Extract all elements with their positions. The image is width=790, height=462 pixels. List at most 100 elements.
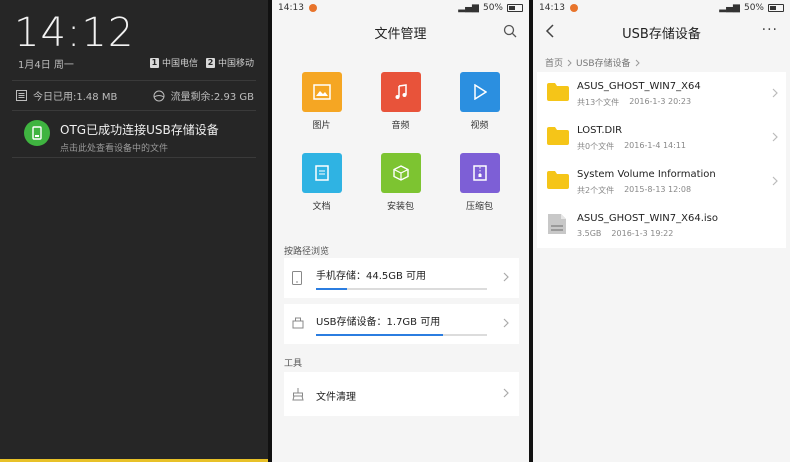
page-title: 文件管理: [374, 26, 427, 42]
browse-heading: 按路径浏览: [284, 247, 330, 257]
file-name: ASUS_GHOST_WIN7_X64: [577, 81, 701, 92]
data-left-text: 流量剩余:2.93 GB: [170, 92, 254, 103]
file-count: 共0个文件: [577, 142, 615, 151]
music-icon: [380, 72, 421, 112]
file-date: 2016-1-4 14:11: [624, 141, 687, 150]
category-label: 文档: [312, 202, 331, 212]
status-icons: ▂▄▆ 50%: [458, 3, 523, 13]
tool-label: 文件清理: [316, 392, 356, 403]
phone-icon: [292, 271, 302, 285]
category-archives[interactable]: 压缩包: [440, 153, 519, 212]
category-label: 图片: [312, 121, 331, 131]
play-icon: [459, 72, 500, 112]
category-images[interactable]: 图片: [282, 72, 361, 131]
otg-notification[interactable]: OTG已成功连接USB存储设备 点击此处查看设备中的文件: [24, 120, 258, 154]
carrier-1-name: 中国电信: [161, 59, 198, 69]
chevron-right-icon: [635, 59, 640, 66]
divider: [12, 157, 256, 158]
phone-storage-item[interactable]: 手机存储：44.5GB 可用: [284, 258, 519, 298]
battery-level: 50%: [743, 3, 764, 13]
chevron-right-icon: [772, 132, 778, 142]
chevron-right-icon: [503, 318, 509, 328]
status-time: 14:13: [539, 3, 565, 13]
storage-label: 手机存储：44.5GB 可用: [316, 271, 427, 282]
file-date: 2016-1-3 20:23: [629, 97, 692, 106]
status-icons: ▂▄▆ 50%: [719, 3, 784, 13]
data-used: 今日已用:1.48 MB: [16, 88, 117, 103]
package-icon: [380, 153, 421, 193]
app-notification-icon: [308, 4, 317, 12]
file-meta: 共0个文件 2016-1-4 14:11: [577, 141, 686, 152]
divider: [12, 80, 256, 81]
storage-bar: [316, 288, 487, 290]
data-usage[interactable]: 今日已用:1.48 MB 流量剩余:2.93 GB: [16, 88, 254, 103]
disc-image-file-icon: [548, 214, 566, 234]
usage-list-icon: [16, 90, 27, 101]
broom-icon: [292, 388, 304, 401]
list-item[interactable]: ASUS_GHOST_WIN7_X64 共13个文件 2016-1-3 20:23: [537, 72, 786, 116]
app-notification-icon: [569, 4, 578, 12]
file-name: System Volume Information: [577, 169, 716, 180]
file-count: 共2个文件: [577, 186, 615, 195]
list-item[interactable]: LOST.DIR 共0个文件 2016-1-4 14:11: [537, 116, 786, 160]
document-icon: [301, 153, 342, 193]
image-icon: [301, 72, 342, 112]
tools-heading: 工具: [284, 359, 303, 369]
file-meta: 3.5GB 2016-1-3 19:22: [577, 229, 673, 238]
date: 1月4日 周一: [18, 60, 74, 71]
archive-icon: [459, 153, 500, 193]
category-documents[interactable]: 文档: [282, 153, 361, 212]
notification-text: OTG已成功连接USB存储设备 点击此处查看设备中的文件: [60, 120, 219, 154]
chevron-right-icon: [772, 176, 778, 186]
sim-2-badge: 2: [205, 57, 215, 68]
divider: [12, 110, 256, 111]
notification-shade: 14:12 1月4日 周一 1 中国电信 2 中国移动 今日已用:1.48 MB…: [0, 0, 268, 462]
list-item[interactable]: ASUS_GHOST_WIN7_X64.iso 3.5GB 2016-1-3 19…: [537, 204, 786, 248]
notification-subtitle: 点击此处查看设备中的文件: [60, 144, 169, 154]
folder-icon: [547, 83, 569, 101]
status-time: 14:13: [278, 3, 304, 13]
usb-device-screen: 14:13 ▂▄▆ 50% USB存储设备 ··· 首页 USB存储设备 ASU…: [533, 0, 790, 462]
signal-icon: ▂▄▆: [719, 3, 740, 13]
storage-fill: [316, 288, 347, 290]
chevron-right-icon: [503, 388, 509, 398]
list-item[interactable]: System Volume Information 共2个文件 2015-8-13…: [537, 160, 786, 204]
category-label: 视频: [470, 121, 489, 131]
carriers: 1 中国电信 2 中国移动: [149, 56, 254, 69]
sim-1-badge: 1: [149, 57, 159, 68]
breadcrumb-current[interactable]: USB存储设备: [576, 56, 630, 69]
status-bar: 14:13 ▂▄▆ 50%: [533, 0, 790, 16]
category-label: 音频: [391, 121, 410, 131]
chevron-right-icon: [567, 59, 572, 66]
file-date: 2015-8-13 12:08: [624, 185, 692, 194]
category-audio[interactable]: 音频: [361, 72, 440, 131]
screens: 14:12 1月4日 周一 1 中国电信 2 中国移动 今日已用:1.48 MB…: [0, 0, 790, 462]
folder-icon: [547, 127, 569, 145]
battery-icon: [768, 4, 784, 12]
category-packages[interactable]: 安装包: [361, 153, 440, 212]
clock: 14:12: [14, 10, 135, 56]
usb-device-icon: [24, 120, 50, 146]
more-options-icon[interactable]: ···: [762, 22, 778, 38]
data-left: 流量剩余:2.93 GB: [153, 88, 254, 103]
file-meta: 共13个文件 2016-1-3 20:23: [577, 97, 691, 108]
file-name: ASUS_GHOST_WIN7_X64.iso: [577, 213, 718, 224]
status-bar: 14:13 ▂▄▆ 50%: [272, 0, 529, 16]
storage-label: USB存储设备：1.7GB 可用: [316, 317, 441, 328]
file-list: ASUS_GHOST_WIN7_X64 共13个文件 2016-1-3 20:23…: [537, 72, 786, 248]
notification-title: OTG已成功连接USB存储设备: [60, 123, 219, 137]
category-grid: 图片 音频 视频 文档 安装包 压缩包: [282, 72, 519, 212]
file-size: 3.5GB: [577, 229, 602, 238]
category-label: 压缩包: [465, 202, 493, 212]
file-meta: 共2个文件 2015-8-13 12:08: [577, 185, 691, 196]
search-icon[interactable]: [503, 24, 517, 38]
breadcrumb-home[interactable]: 首页: [545, 56, 563, 69]
battery-icon: [507, 4, 523, 12]
category-video[interactable]: 视频: [440, 72, 519, 131]
carrier-1: 1 中国电信: [149, 56, 198, 69]
category-label: 安装包: [386, 202, 414, 212]
usb-storage-item[interactable]: USB存储设备：1.7GB 可用: [284, 304, 519, 344]
file-cleanup-item[interactable]: 文件清理: [284, 372, 519, 416]
data-gauge-icon: [153, 90, 165, 101]
file-name: LOST.DIR: [577, 125, 623, 136]
